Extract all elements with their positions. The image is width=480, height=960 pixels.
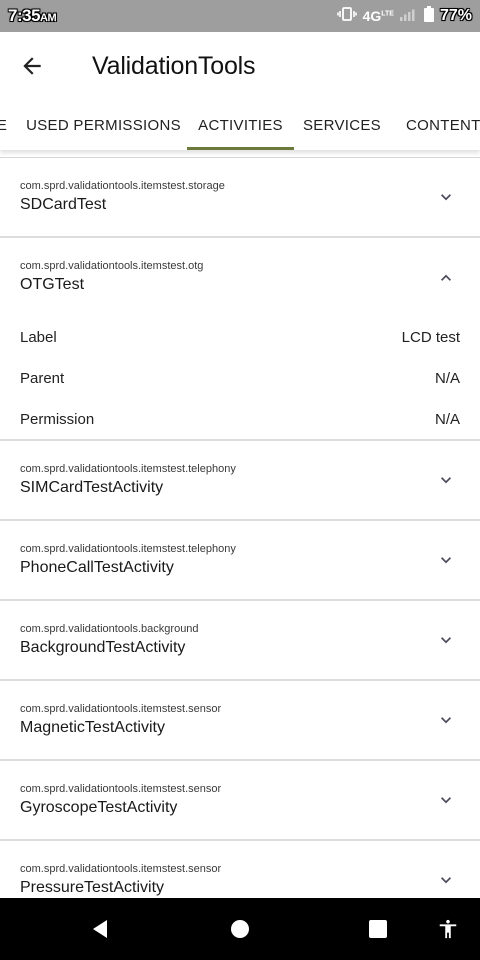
- list-item[interactable]: com.sprd.validationtools.itemstest.stora…: [0, 158, 480, 237]
- detail-value: N/A: [434, 411, 460, 428]
- item-package: com.sprd.validationtools.background: [20, 623, 199, 635]
- signal-icon: [399, 7, 418, 26]
- status-icons: 4GLTE 77%: [336, 5, 472, 27]
- nav-back-button[interactable]: [70, 898, 130, 960]
- chevron-down-icon[interactable]: [436, 790, 456, 810]
- network-type: 4GLTE: [363, 8, 394, 24]
- chevron-down-icon[interactable]: [436, 630, 456, 650]
- item-package: com.sprd.validationtools.itemstest.senso…: [20, 703, 222, 715]
- nav-back-icon: [93, 920, 107, 938]
- item-name: PressureTestActivity: [20, 879, 165, 896]
- chevron-down-icon[interactable]: [436, 870, 456, 890]
- tab-activities[interactable]: ACTIVITIES: [187, 100, 294, 150]
- network-label: 4G: [362, 8, 382, 24]
- app-bar: ValidationTools: [0, 32, 480, 100]
- item-name: PhoneCallTestActivity: [20, 559, 174, 576]
- item-package: com.sprd.validationtools.itemstest.telep…: [20, 543, 236, 555]
- nav-recents-icon: [369, 920, 387, 938]
- tab-content-providers[interactable]: CONTENT P: [390, 100, 480, 150]
- battery-icon: [423, 5, 434, 27]
- arrow-back-icon: [23, 57, 41, 75]
- network-sup: LTE: [381, 10, 394, 18]
- activity-list[interactable]: com.sprd.validationtools.itemstest.stora…: [0, 150, 480, 898]
- chevron-down-icon[interactable]: [436, 710, 456, 730]
- nav-home-icon: [231, 920, 249, 938]
- status-ampm: AM: [40, 12, 57, 24]
- tab-partial-left[interactable]: E: [0, 100, 12, 150]
- tab-bar: E USED PERMISSIONS ACTIVITIES SERVICES C…: [0, 100, 480, 150]
- detail-row-label: Label LCD test: [0, 329, 480, 353]
- battery-percent: 77%: [439, 7, 472, 24]
- detail-label: Parent: [20, 370, 65, 387]
- status-time: 7:35AM: [8, 6, 57, 26]
- detail-row-parent: Parent N/A: [0, 370, 480, 394]
- item-package: com.sprd.validationtools.itemstest.senso…: [20, 783, 222, 795]
- back-button[interactable]: [0, 32, 68, 100]
- list-item[interactable]: com.sprd.validationtools.itemstest.telep…: [0, 441, 480, 520]
- detail-value: LCD test: [401, 329, 460, 346]
- chevron-down-icon[interactable]: [436, 187, 456, 207]
- accessibility-icon: [439, 919, 457, 939]
- navigation-bar: [0, 898, 480, 960]
- list-item[interactable]: com.sprd.validationtools.itemstest.senso…: [0, 681, 480, 760]
- list-item[interactable]: com.sprd.validationtools.background Back…: [0, 601, 480, 680]
- chevron-up-icon[interactable]: [436, 268, 456, 288]
- tab-services[interactable]: SERVICES: [294, 100, 390, 150]
- tab-used-permissions[interactable]: USED PERMISSIONS: [20, 100, 187, 150]
- detail-value: N/A: [434, 370, 460, 387]
- vibrate-icon: [336, 6, 357, 27]
- detail-label: Label: [20, 329, 57, 346]
- status-time-text: 7:35: [8, 6, 41, 25]
- item-name: SDCardTest: [20, 196, 107, 213]
- item-package: com.sprd.validationtools.itemstest.senso…: [20, 863, 222, 875]
- nav-recents-button[interactable]: [348, 898, 408, 960]
- list-item[interactable]: com.sprd.validationtools.itemstest.telep…: [0, 521, 480, 600]
- page-title: ValidationTools: [92, 51, 256, 80]
- tab-indicator: [187, 147, 294, 150]
- list-item-expanded[interactable]: com.sprd.validationtools.itemstest.otg O…: [0, 238, 480, 440]
- item-name: BackgroundTestActivity: [20, 639, 186, 656]
- chevron-down-icon[interactable]: [436, 550, 456, 570]
- nav-home-button[interactable]: [210, 898, 270, 960]
- item-name: SIMCardTestActivity: [20, 479, 164, 496]
- item-package: com.sprd.validationtools.itemstest.stora…: [20, 180, 225, 192]
- status-bar: 7:35AM 4GLTE 77%: [0, 0, 480, 32]
- item-name: MagneticTestActivity: [20, 719, 165, 736]
- item-package: com.sprd.validationtools.itemstest.telep…: [20, 463, 236, 475]
- item-name: OTGTest: [20, 276, 85, 293]
- chevron-down-icon[interactable]: [436, 470, 456, 490]
- list-item[interactable]: com.sprd.validationtools.itemstest.senso…: [0, 841, 480, 898]
- accessibility-button[interactable]: [418, 898, 478, 960]
- list-item[interactable]: com.sprd.validationtools.itemstest.senso…: [0, 761, 480, 840]
- item-name: GyroscopeTestActivity: [20, 799, 178, 816]
- detail-row-permission: Permission N/A: [0, 411, 480, 435]
- detail-label: Permission: [20, 411, 95, 428]
- item-package: com.sprd.validationtools.itemstest.otg: [20, 260, 204, 272]
